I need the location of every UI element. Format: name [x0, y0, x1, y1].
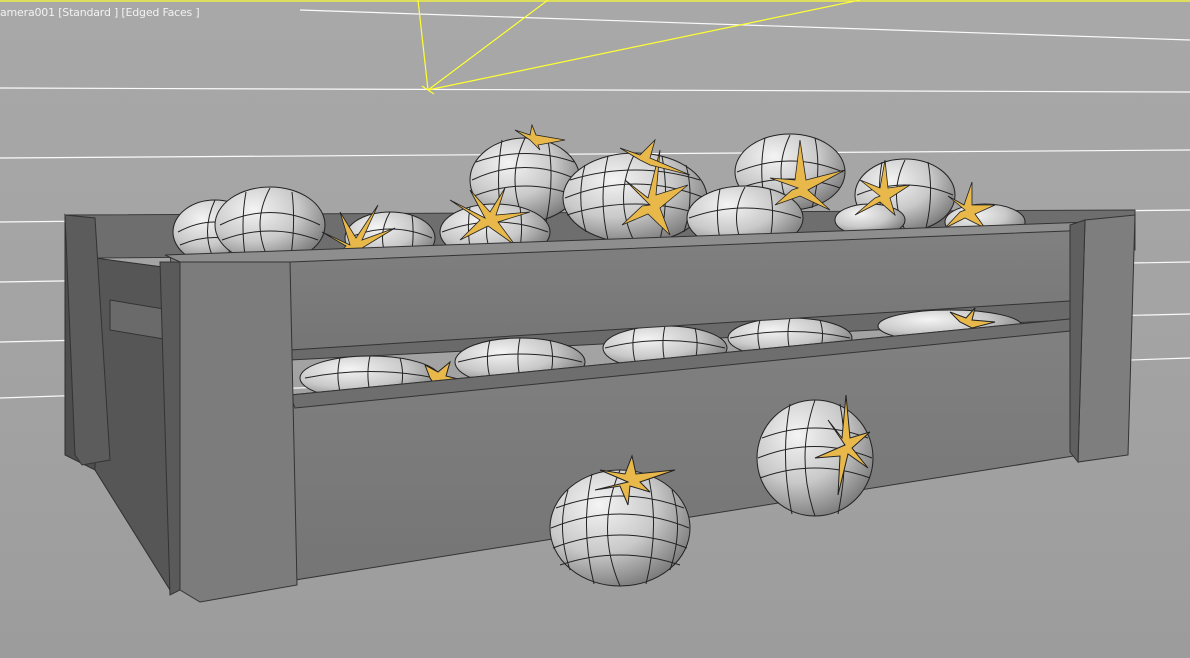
viewport-label-camera[interactable]: amera001 [0, 6, 55, 19]
viewport-label-edged-faces[interactable]: Edged Faces [126, 6, 193, 19]
viewport-label-shading[interactable]: Standard [62, 6, 111, 19]
crate-left-post[interactable] [179, 261, 298, 603]
viewport-scene[interactable] [0, 0, 1190, 658]
viewport-label[interactable]: amera001 [Standard ] [Edged Faces ] [0, 6, 200, 19]
crate-right-post[interactable] [1077, 214, 1136, 463]
viewport-label-sep-2: ] [ [110, 6, 126, 19]
viewport-camera001[interactable]: amera001 [Standard ] [Edged Faces ] [0, 0, 1190, 658]
tomato[interactable] [562, 152, 708, 244]
viewport-label-sep-3: ] [192, 6, 200, 19]
